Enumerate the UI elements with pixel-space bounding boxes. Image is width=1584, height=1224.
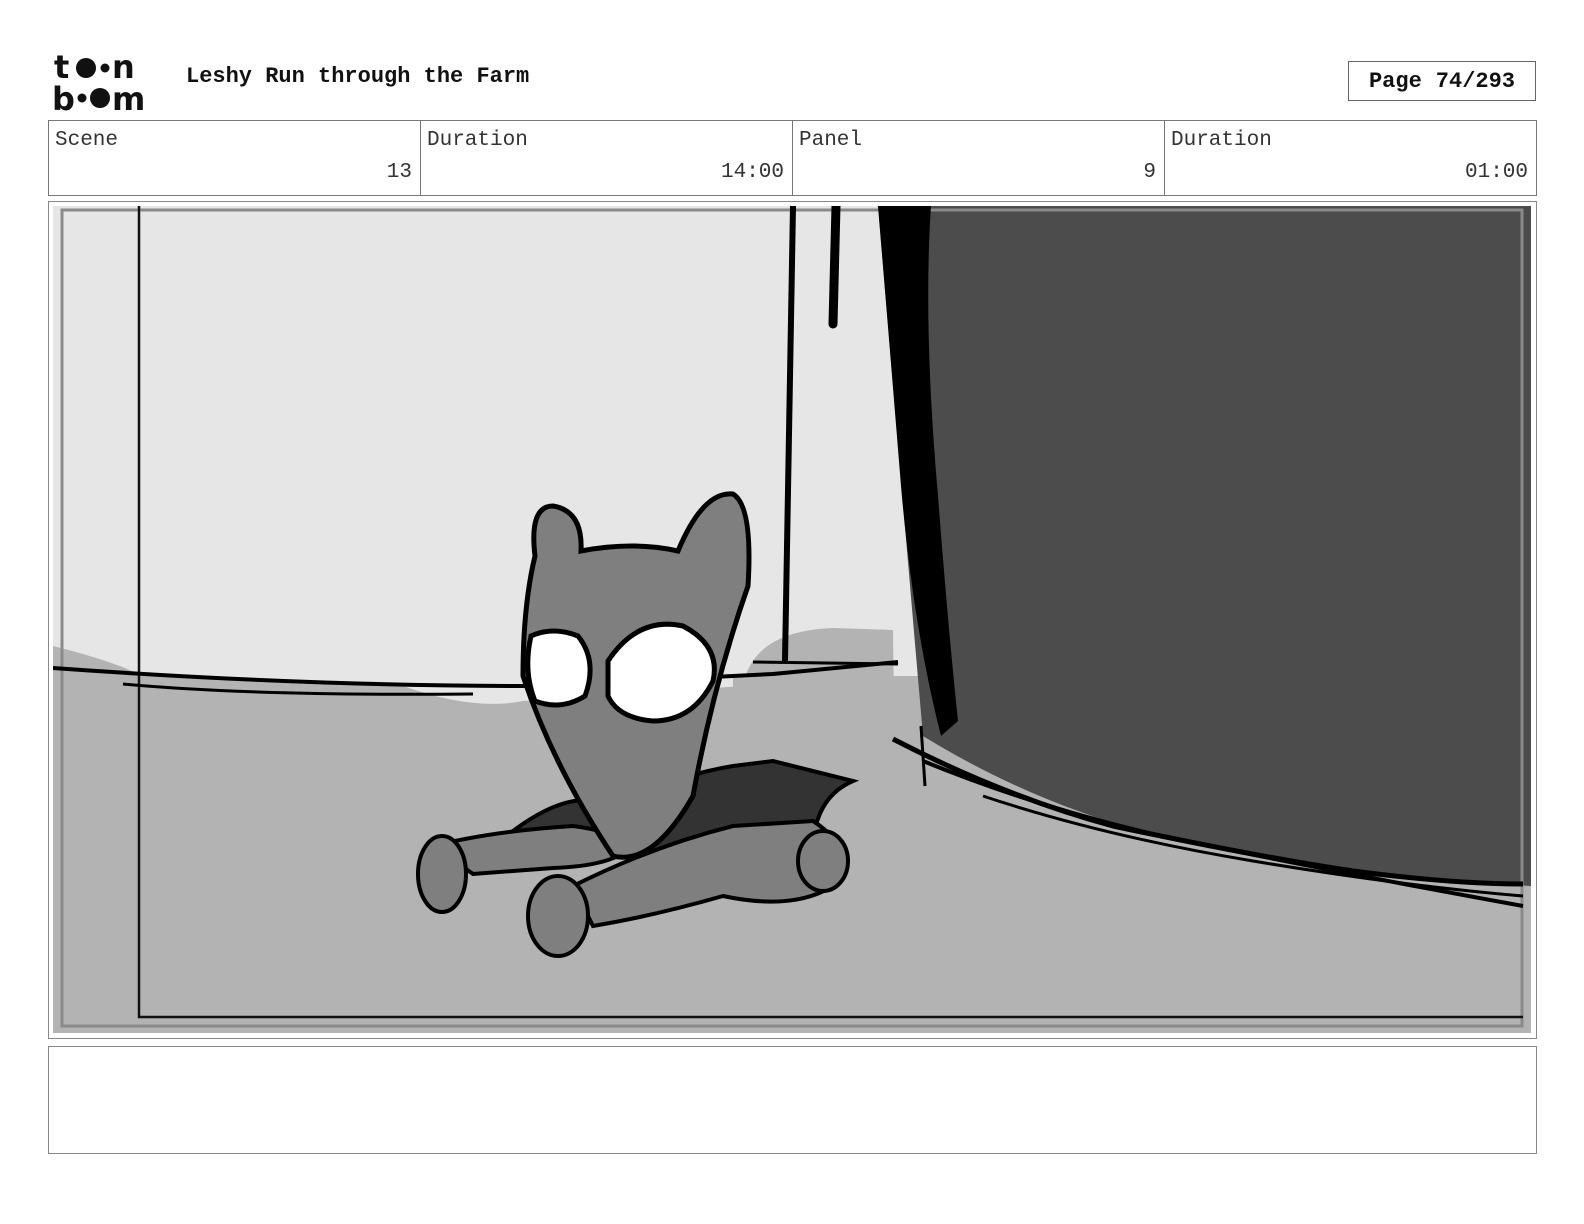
panel-info-row: Scene 13 Duration 14:00 Panel 9 Duration… [48,120,1537,196]
panel-cell: Panel 9 [793,121,1165,195]
panel-value: 9 [1143,161,1156,184]
character-eye-left [525,628,593,708]
page-indicator: Page 74/293 [1348,61,1536,101]
storyboard-panel-image [53,206,1531,1033]
scene-duration-cell: Duration 14:00 [421,121,793,195]
scene-cell: Scene 13 [49,121,421,195]
scene-label: Scene [55,129,119,152]
scene-value: 13 [386,161,412,184]
svg-text:b: b [52,80,75,112]
storyboard-panel-frame [48,201,1537,1039]
scene-duration-value: 14:00 [720,161,784,184]
panel-notes-box [48,1046,1537,1154]
page-number: 74/293 [1435,68,1516,94]
panel-label: Panel [799,129,863,152]
svg-text:m: m [112,80,145,112]
panel-duration-cell: Duration 01:00 [1165,121,1536,195]
storyboard-title: Leshy Run through the Farm [186,64,530,89]
panel-duration-value: 01:00 [1464,161,1528,184]
scene-duration-label: Duration [427,129,528,152]
panel-duration-label: Duration [1171,129,1272,152]
toon-boom-logo: t n b m [52,50,145,112]
page-label: Page [1368,68,1422,94]
